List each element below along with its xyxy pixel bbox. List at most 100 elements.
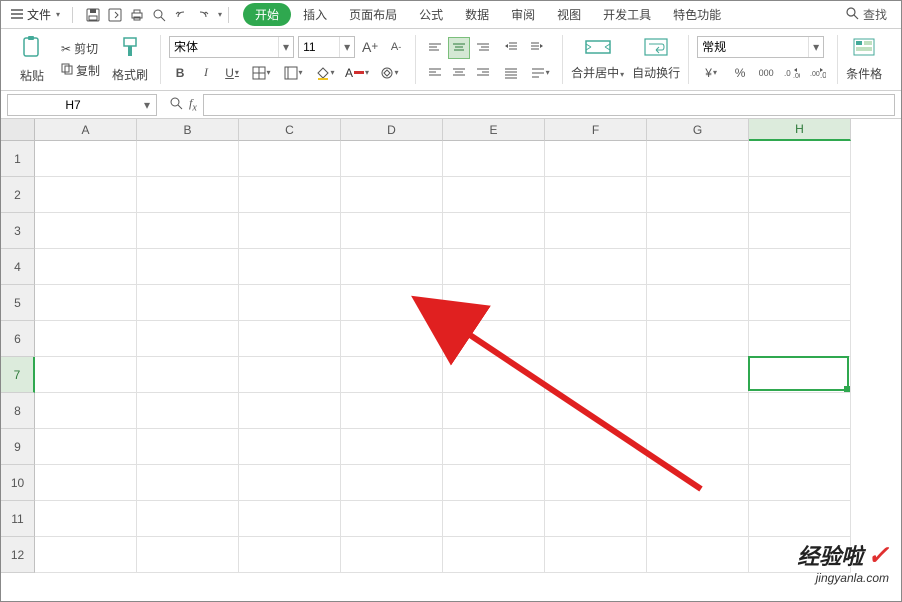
cell[interactable] (647, 465, 749, 501)
borders-button[interactable]: ▾ (247, 62, 275, 84)
name-box-input[interactable] (8, 98, 138, 112)
print-icon[interactable] (129, 7, 145, 23)
cell[interactable] (35, 393, 137, 429)
undo-icon[interactable] (173, 7, 189, 23)
cell[interactable] (545, 141, 647, 177)
align-top-left-button[interactable] (424, 37, 446, 59)
row-header[interactable]: 6 (1, 321, 35, 357)
column-header[interactable]: H (749, 119, 851, 141)
increase-indent-button[interactable] (526, 36, 548, 58)
name-box[interactable]: ▾ (7, 94, 157, 116)
cell[interactable] (647, 177, 749, 213)
conditional-format-button[interactable]: 条件格 (842, 31, 886, 88)
qat-more-icon[interactable]: ▾ (218, 10, 222, 19)
cell[interactable] (749, 357, 851, 393)
cell[interactable] (647, 141, 749, 177)
cell[interactable] (239, 537, 341, 573)
cell[interactable] (749, 465, 851, 501)
cell[interactable] (545, 501, 647, 537)
row-header[interactable]: 5 (1, 285, 35, 321)
zoom-fx-icon[interactable] (169, 96, 183, 113)
cell[interactable] (647, 213, 749, 249)
cell[interactable] (35, 213, 137, 249)
cell[interactable] (137, 285, 239, 321)
cell[interactable] (239, 429, 341, 465)
tab-2[interactable]: 页面布局 (339, 2, 407, 27)
cell[interactable] (35, 141, 137, 177)
row-header[interactable]: 10 (1, 465, 35, 501)
cell[interactable] (443, 429, 545, 465)
cell[interactable] (341, 357, 443, 393)
cell[interactable] (545, 249, 647, 285)
font-size-input[interactable] (299, 40, 339, 54)
cell[interactable] (341, 213, 443, 249)
cell[interactable] (545, 213, 647, 249)
cell[interactable] (35, 321, 137, 357)
cell[interactable] (443, 249, 545, 285)
cell[interactable] (341, 429, 443, 465)
effects-button[interactable]: ▾ (375, 62, 403, 84)
tab-8[interactable]: 特色功能 (663, 2, 731, 27)
align-left-button[interactable] (424, 61, 446, 83)
tab-1[interactable]: 插入 (293, 2, 337, 27)
cell[interactable] (749, 213, 851, 249)
save-as-icon[interactable] (107, 7, 123, 23)
cell[interactable] (35, 285, 137, 321)
cell[interactable] (647, 501, 749, 537)
cell[interactable] (749, 501, 851, 537)
column-header[interactable]: B (137, 119, 239, 141)
underline-button[interactable]: U▾ (221, 62, 243, 84)
cell[interactable] (35, 357, 137, 393)
row-header[interactable]: 7 (1, 357, 35, 393)
justify-button[interactable] (500, 62, 522, 84)
cell[interactable] (749, 249, 851, 285)
cell[interactable] (749, 177, 851, 213)
font-name-combo[interactable]: ▾ (169, 36, 294, 58)
cut-button[interactable]: ✂剪切 (57, 38, 104, 59)
cell[interactable] (545, 465, 647, 501)
cell[interactable] (341, 537, 443, 573)
cell[interactable] (35, 537, 137, 573)
cell[interactable] (341, 141, 443, 177)
redo-icon[interactable] (195, 7, 211, 23)
cell[interactable] (647, 321, 749, 357)
decrease-decimal-button[interactable]: .00.0 (807, 62, 829, 84)
cell[interactable] (647, 357, 749, 393)
cell[interactable] (545, 285, 647, 321)
font-color-button[interactable]: A▾ (343, 62, 371, 84)
merge-cells-button[interactable]: 合并居中▾ (567, 31, 628, 88)
cell[interactable] (545, 537, 647, 573)
tab-5[interactable]: 审阅 (501, 2, 545, 27)
chevron-down-icon[interactable]: ▾ (278, 37, 293, 57)
print-preview-icon[interactable] (151, 7, 167, 23)
file-menu-button[interactable]: 文件 ▾ (5, 3, 66, 26)
cell[interactable] (647, 393, 749, 429)
cell[interactable] (239, 177, 341, 213)
formula-input[interactable] (203, 94, 895, 116)
align-center-button[interactable] (448, 61, 470, 83)
select-all-corner[interactable] (1, 119, 35, 141)
percent-button[interactable]: % (729, 62, 751, 84)
comma-style-button[interactable]: 000 (755, 62, 777, 84)
cell[interactable] (35, 429, 137, 465)
cell[interactable] (545, 177, 647, 213)
save-icon[interactable] (85, 7, 101, 23)
cell[interactable] (35, 501, 137, 537)
cell[interactable] (647, 285, 749, 321)
cell[interactable] (443, 321, 545, 357)
cell[interactable] (137, 357, 239, 393)
paste-button[interactable]: 粘贴 (11, 33, 53, 86)
align-top-center-button[interactable] (448, 37, 470, 59)
cell[interactable] (239, 249, 341, 285)
cell[interactable] (749, 393, 851, 429)
align-top-right-button[interactable] (472, 37, 494, 59)
cell[interactable] (443, 393, 545, 429)
find-button[interactable]: 查找 (835, 6, 897, 23)
column-header[interactable]: A (35, 119, 137, 141)
cell[interactable] (35, 465, 137, 501)
fx-icon[interactable]: fx (189, 96, 197, 113)
tab-3[interactable]: 公式 (409, 2, 453, 27)
number-format-combo[interactable]: ▾ (697, 36, 824, 58)
chevron-down-icon[interactable]: ▾ (339, 37, 354, 57)
cell[interactable] (137, 465, 239, 501)
